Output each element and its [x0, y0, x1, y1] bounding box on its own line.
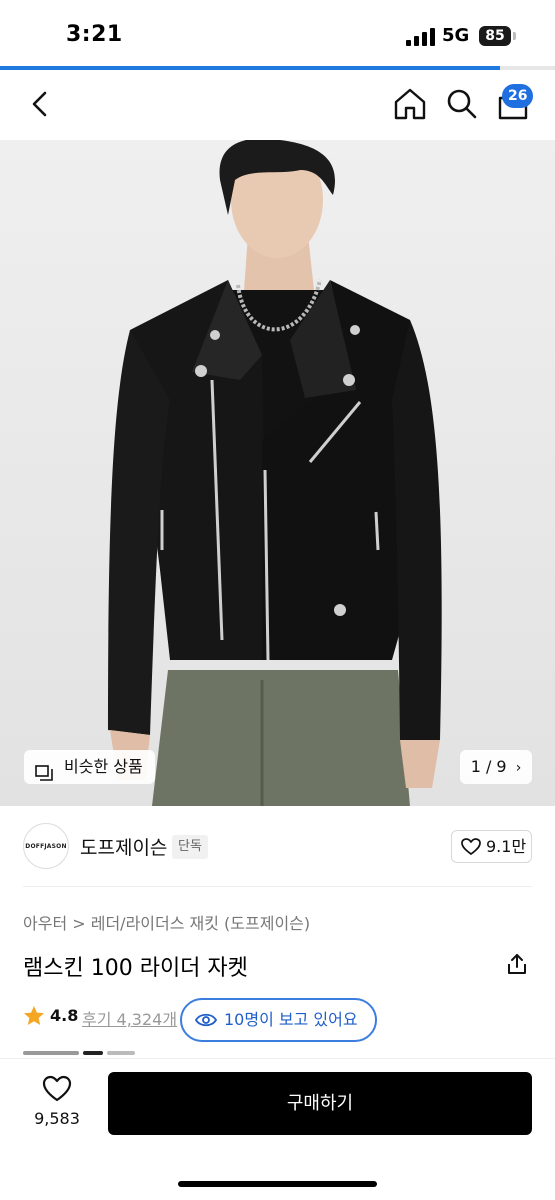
brand-exclusive-tag: 단독: [172, 835, 208, 859]
status-bar: 3:21 5G 85: [0, 0, 555, 66]
breadcrumb[interactable]: 아우터 > 레더/라이더스 재킷 (도프제이슨): [23, 910, 310, 934]
nav-bar: [0, 70, 555, 140]
status-time: 3:21: [66, 22, 123, 47]
similar-items-button[interactable]: 비슷한 상품: [24, 750, 155, 784]
color-swatches-preview[interactable]: [23, 1051, 135, 1055]
brand-like-count: 9.1만: [486, 837, 527, 856]
rating-value: 4.8: [50, 1006, 79, 1025]
model-in-leather-jacket: [108, 140, 442, 806]
wishlist-button[interactable]: 9,583: [26, 1075, 88, 1135]
wishlist-count: 9,583: [34, 1109, 80, 1128]
brand-logo[interactable]: DOFFJASON: [23, 823, 69, 869]
product-title: 램스킨 100 라이더 자켓: [23, 956, 248, 981]
similar-items-label: 비슷한 상품: [64, 757, 143, 776]
star-icon: [23, 1005, 45, 1027]
buy-button[interactable]: 구매하기: [108, 1072, 532, 1135]
eye-icon: [195, 1013, 217, 1027]
home-icon[interactable]: [392, 86, 428, 122]
divider: [23, 886, 532, 887]
chevron-right-icon: ›: [515, 760, 522, 776]
viewers-text: 10명이 보고 있어요: [224, 1010, 358, 1029]
signal-icon: [406, 28, 436, 46]
cart-badge: 26: [502, 84, 534, 108]
similar-items-icon: [35, 759, 53, 781]
heart-icon: [461, 838, 481, 855]
image-page-indicator: 1 / 9: [470, 757, 507, 776]
heart-icon: [42, 1075, 72, 1102]
image-pager[interactable]: 1 / 9 ›: [460, 750, 532, 784]
battery-tip: [513, 32, 516, 40]
home-indicator: [178, 1181, 377, 1187]
brand-like-button[interactable]: 9.1만: [451, 830, 532, 863]
reviews-link[interactable]: 후기 4,324개: [82, 1006, 182, 1030]
back-arrow-icon[interactable]: [22, 86, 58, 122]
search-icon[interactable]: [444, 86, 480, 122]
viewers-badge: 10명이 보고 있어요: [180, 998, 377, 1042]
product-image[interactable]: [0, 140, 555, 806]
brand-name[interactable]: 도프제이슨: [80, 833, 167, 860]
share-icon[interactable]: [505, 952, 529, 976]
battery-icon: 85: [479, 26, 511, 46]
network-label: 5G: [442, 25, 470, 46]
